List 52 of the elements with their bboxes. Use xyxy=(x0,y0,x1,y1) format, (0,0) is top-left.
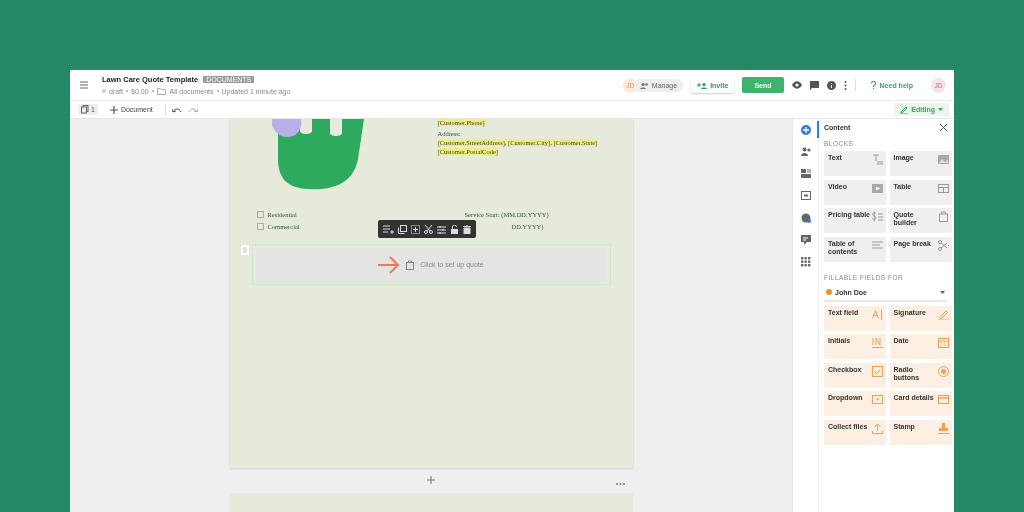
caret-icon xyxy=(940,290,945,294)
pen-icon xyxy=(937,308,949,320)
media-icon[interactable] xyxy=(800,190,811,201)
eye-icon[interactable] xyxy=(791,81,802,89)
checkbox[interactable] xyxy=(256,223,264,230)
caret-icon xyxy=(938,108,943,111)
add-person-icon xyxy=(697,81,708,89)
checkbox[interactable] xyxy=(256,211,264,218)
video-icon xyxy=(872,182,883,194)
unlock-icon[interactable] xyxy=(449,224,459,234)
more-vertical-icon[interactable] xyxy=(843,80,847,90)
initials-icon xyxy=(872,337,883,348)
add-icon[interactable] xyxy=(427,476,435,485)
folder-icon xyxy=(156,86,167,96)
plus-icon xyxy=(109,105,118,114)
more-horizontal-icon[interactable] xyxy=(616,483,625,486)
people-icon xyxy=(639,81,649,89)
question-icon xyxy=(869,81,877,89)
pricing-table-icon xyxy=(872,211,883,222)
bag-icon xyxy=(406,259,415,270)
radio-icon xyxy=(937,365,949,377)
text-block-icon xyxy=(872,154,883,165)
trash-icon[interactable] xyxy=(462,224,471,234)
list-icon xyxy=(872,239,883,251)
drag-handle-icon[interactable] xyxy=(240,245,249,255)
stamp-icon xyxy=(937,422,949,434)
dropdown-icon xyxy=(872,394,883,405)
insert-line-icon[interactable] xyxy=(382,224,394,234)
bag-icon xyxy=(937,211,949,222)
duplicate-icon[interactable] xyxy=(410,224,420,234)
calendar-icon xyxy=(937,337,949,348)
apps-grid-icon[interactable] xyxy=(800,256,811,267)
checkbox-icon xyxy=(872,365,883,377)
upload-icon xyxy=(872,422,883,434)
scissors-icon[interactable] xyxy=(423,224,433,234)
copy-icon[interactable] xyxy=(397,224,407,234)
undo-icon[interactable] xyxy=(171,105,182,114)
sliders-icon[interactable] xyxy=(436,224,446,234)
pencil-icon xyxy=(900,105,909,114)
text-cursor-icon xyxy=(872,308,883,320)
table-icon xyxy=(937,182,949,194)
card-icon xyxy=(937,394,949,405)
info-icon[interactable] xyxy=(826,80,836,90)
comment-icon[interactable] xyxy=(809,80,819,90)
pages-icon xyxy=(81,105,89,114)
people-icon[interactable] xyxy=(800,146,811,157)
arrow-icon xyxy=(378,254,401,275)
close-icon[interactable] xyxy=(940,124,947,131)
layout-icon[interactable] xyxy=(800,168,811,179)
image-icon xyxy=(937,154,949,165)
scissors-icon xyxy=(937,239,949,251)
status-dot-icon xyxy=(102,89,106,93)
